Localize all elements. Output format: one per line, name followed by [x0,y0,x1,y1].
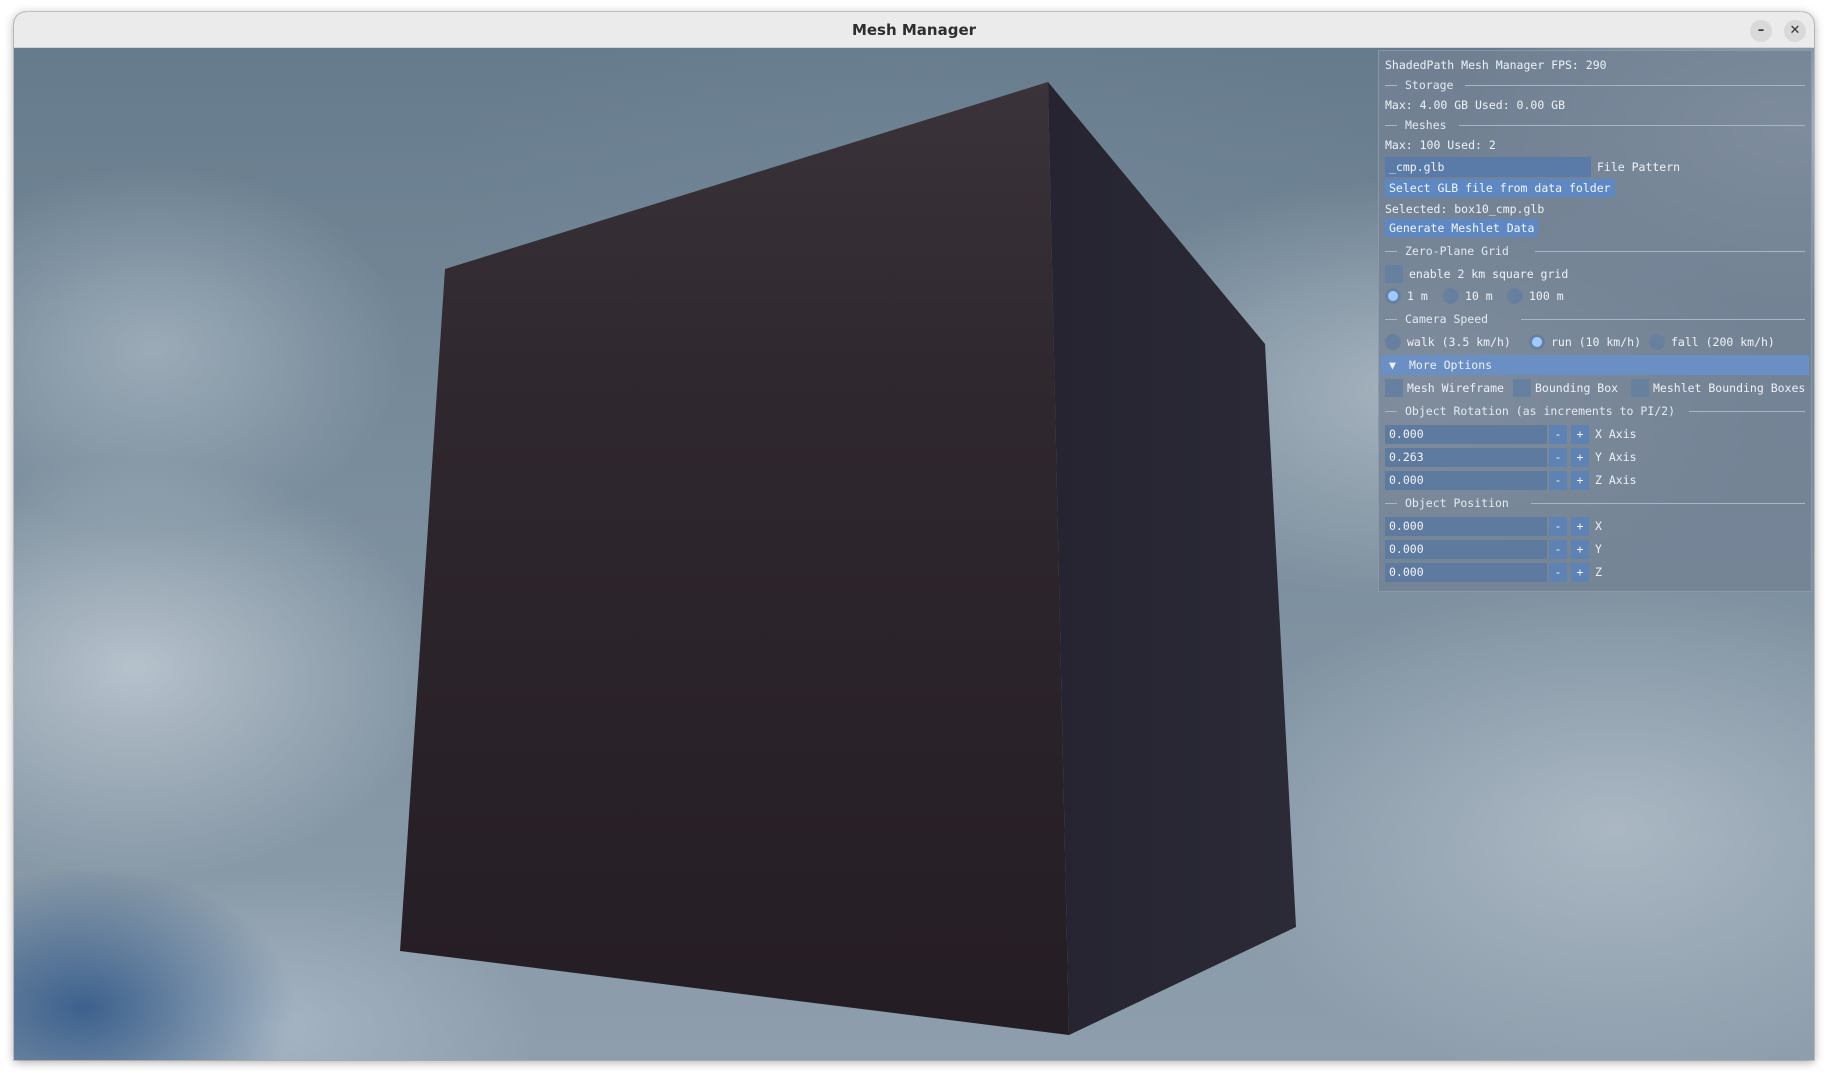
camera-header: Camera Speed [1405,312,1489,326]
minimize-button[interactable]: – [1750,20,1772,42]
window-title: Mesh Manager [851,21,977,39]
meshlet-bounding-boxes-checkbox[interactable] [1631,379,1649,397]
grid-radio-100m[interactable] [1507,288,1523,304]
chevron-down-icon: ▼ [1389,358,1396,372]
cube-side-face [1048,82,1296,1035]
rotation-z-input[interactable]: 0.000 [1385,471,1547,490]
position-y-input[interactable]: 0.000 [1385,540,1547,559]
camera-radio-run[interactable] [1529,334,1545,350]
position-x-minus-button[interactable]: - [1549,517,1567,536]
generate-meshlet-button[interactable]: Generate Meshlet Data [1385,219,1539,237]
meshes-header: Meshes [1405,118,1447,132]
camera-radio-walk-label: walk (3.5 km/h) [1407,335,1511,349]
grid-radio-1m[interactable] [1385,288,1401,304]
storage-info: Max: 4.00 GB Used: 0.00 GB [1385,98,1566,112]
position-z-minus-button[interactable]: - [1549,563,1567,582]
grid-enable-checkbox[interactable] [1385,265,1403,283]
mesh-wireframe-label: Mesh Wireframe [1407,381,1504,395]
more-options-header[interactable]: ▼ More Options [1381,355,1809,375]
position-z-input[interactable]: 0.000 [1385,563,1547,582]
cube-front-face [400,82,1069,1035]
position-y-label: Y [1595,542,1602,556]
rotation-x-input[interactable]: 0.000 [1385,425,1547,444]
position-z-label: Z [1595,565,1602,579]
position-x-label: X [1595,519,1602,533]
storage-separator: Storage [1385,75,1805,95]
bounding-box-checkbox[interactable] [1513,379,1531,397]
3d-viewport[interactable]: ShadedPath Mesh Manager FPS: 290 Storage… [14,48,1814,1060]
meshes-separator: Meshes [1385,115,1805,135]
grid-radio-10m[interactable] [1443,288,1459,304]
close-button[interactable]: ✕ [1784,20,1806,42]
rotation-y-minus-button[interactable]: - [1549,448,1567,467]
grid-radio-10m-label: 10 m [1465,289,1493,303]
bounding-box-label: Bounding Box [1535,381,1619,395]
rotation-y-plus-button[interactable]: + [1571,448,1589,467]
rotation-y-input[interactable]: 0.263 [1385,448,1547,467]
rotation-separator: Object Rotation (as increments to PI/2) [1385,401,1805,421]
meshes-info: Max: 100 Used: 2 [1385,138,1496,152]
camera-radio-fall-label: fall (200 km/h) [1671,335,1775,349]
grid-separator: Zero-Plane Grid [1385,241,1805,261]
more-options-label: More Options [1409,358,1493,372]
rotation-header: Object Rotation (as increments to PI/2) [1405,404,1676,418]
position-x-input[interactable]: 0.000 [1385,517,1547,536]
rotation-x-minus-button[interactable]: - [1549,425,1567,444]
rotation-z-label: Z Axis [1595,473,1637,487]
position-x-plus-button[interactable]: + [1571,517,1589,536]
rotation-y-label: Y Axis [1595,450,1637,464]
position-y-minus-button[interactable]: - [1549,540,1567,559]
position-header: Object Position [1405,496,1509,510]
meshlet-bounding-boxes-label: Meshlet Bounding Boxes [1653,381,1806,395]
rotation-z-minus-button[interactable]: - [1549,471,1567,490]
position-y-plus-button[interactable]: + [1571,540,1589,559]
select-glb-button[interactable]: Select GLB file from data folder [1385,179,1615,197]
grid-header: Zero-Plane Grid [1405,244,1509,258]
grid-enable-label: enable 2 km square grid [1409,267,1569,281]
fps-text: ShadedPath Mesh Manager FPS: 290 [1385,58,1607,72]
file-pattern-input[interactable]: _cmp.glb [1385,157,1591,177]
position-separator: Object Position [1385,493,1805,513]
camera-separator: Camera Speed [1385,309,1805,329]
grid-radio-1m-label: 1 m [1407,289,1428,303]
selected-file-text: Selected: box10_cmp.glb [1385,202,1545,216]
rotation-x-plus-button[interactable]: + [1571,425,1589,444]
mesh-wireframe-checkbox[interactable] [1385,379,1403,397]
position-z-plus-button[interactable]: + [1571,563,1589,582]
rotation-x-label: X Axis [1595,427,1637,441]
file-pattern-label: File Pattern [1597,160,1681,174]
rotation-z-plus-button[interactable]: + [1571,471,1589,490]
title-bar[interactable]: Mesh Manager – ✕ [14,12,1814,48]
camera-radio-run-label: run (10 km/h) [1551,335,1642,349]
imgui-control-panel: ShadedPath Mesh Manager FPS: 290 Storage… [1378,50,1812,592]
storage-header: Storage [1405,78,1454,92]
camera-radio-walk[interactable] [1385,334,1401,350]
app-window: Mesh Manager – ✕ ShadedPath Mesh Manager… [14,12,1814,1060]
grid-radio-100m-label: 100 m [1529,289,1564,303]
camera-radio-fall[interactable] [1649,334,1665,350]
